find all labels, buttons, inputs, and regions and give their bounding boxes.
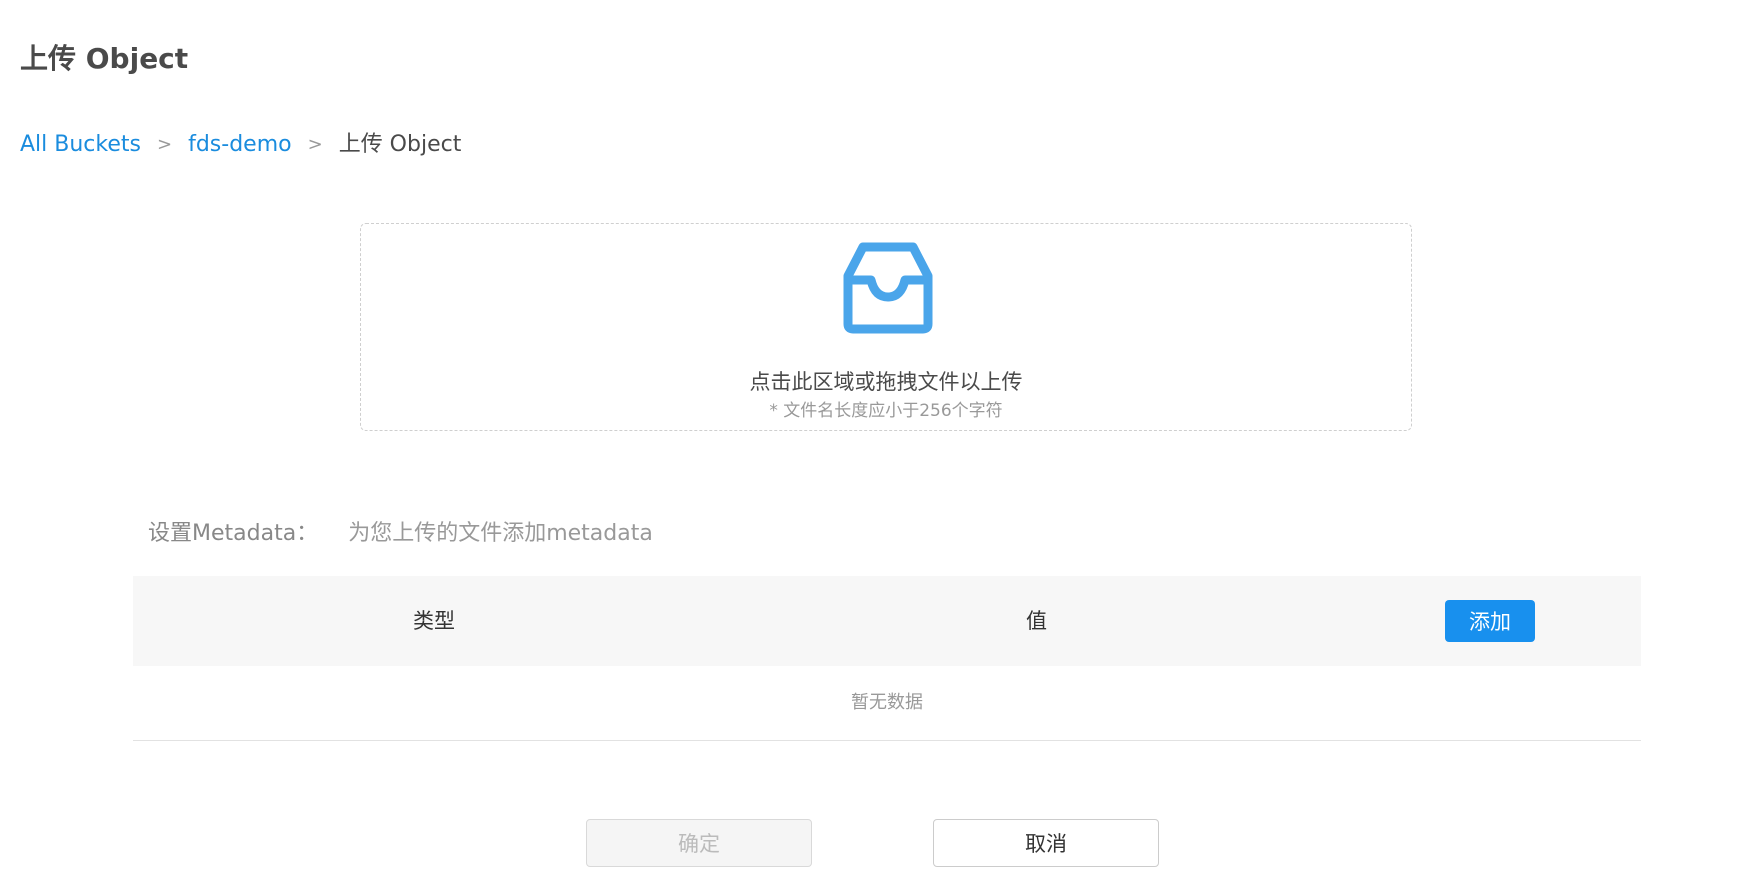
breadcrumb: All Buckets > fds-demo > 上传 Object bbox=[20, 132, 461, 158]
breadcrumb-current: 上传 Object bbox=[338, 132, 462, 157]
metadata-description: 为您上传的文件添加metadata bbox=[348, 521, 653, 546]
breadcrumb-bucket-link[interactable]: fds-demo bbox=[188, 132, 292, 158]
breadcrumb-separator: > bbox=[307, 134, 323, 156]
confirm-button[interactable]: 确定 bbox=[586, 819, 812, 867]
cancel-button[interactable]: 取消 bbox=[933, 819, 1159, 867]
metadata-label: 设置Metadata： bbox=[148, 521, 319, 546]
breadcrumb-all-buckets-link[interactable]: All Buckets bbox=[20, 132, 141, 158]
page-title: 上传 Object bbox=[20, 42, 189, 75]
metadata-section-header: 设置Metadata： 为您上传的文件添加metadata bbox=[148, 515, 653, 547]
metadata-table-header: 类型 值 添加 bbox=[133, 576, 1641, 666]
upload-hint: * 文件名长度应小于256个字符 bbox=[769, 401, 1003, 421]
inbox-icon bbox=[843, 242, 933, 334]
breadcrumb-separator: > bbox=[156, 134, 173, 156]
upload-instruction: 点击此区域或拖拽文件以上传 bbox=[749, 370, 1023, 394]
column-header-value: 值 bbox=[1026, 609, 1047, 633]
upload-dropzone[interactable]: 点击此区域或拖拽文件以上传 * 文件名长度应小于256个字符 bbox=[360, 223, 1412, 431]
add-metadata-button[interactable]: 添加 bbox=[1445, 600, 1535, 642]
upload-object-page: 上传 Object All Buckets > fds-demo > 上传 Ob… bbox=[0, 0, 1756, 877]
metadata-table: 类型 值 添加 暂无数据 bbox=[133, 576, 1641, 741]
metadata-table-empty: 暂无数据 bbox=[133, 666, 1641, 741]
column-header-type: 类型 bbox=[413, 609, 455, 633]
